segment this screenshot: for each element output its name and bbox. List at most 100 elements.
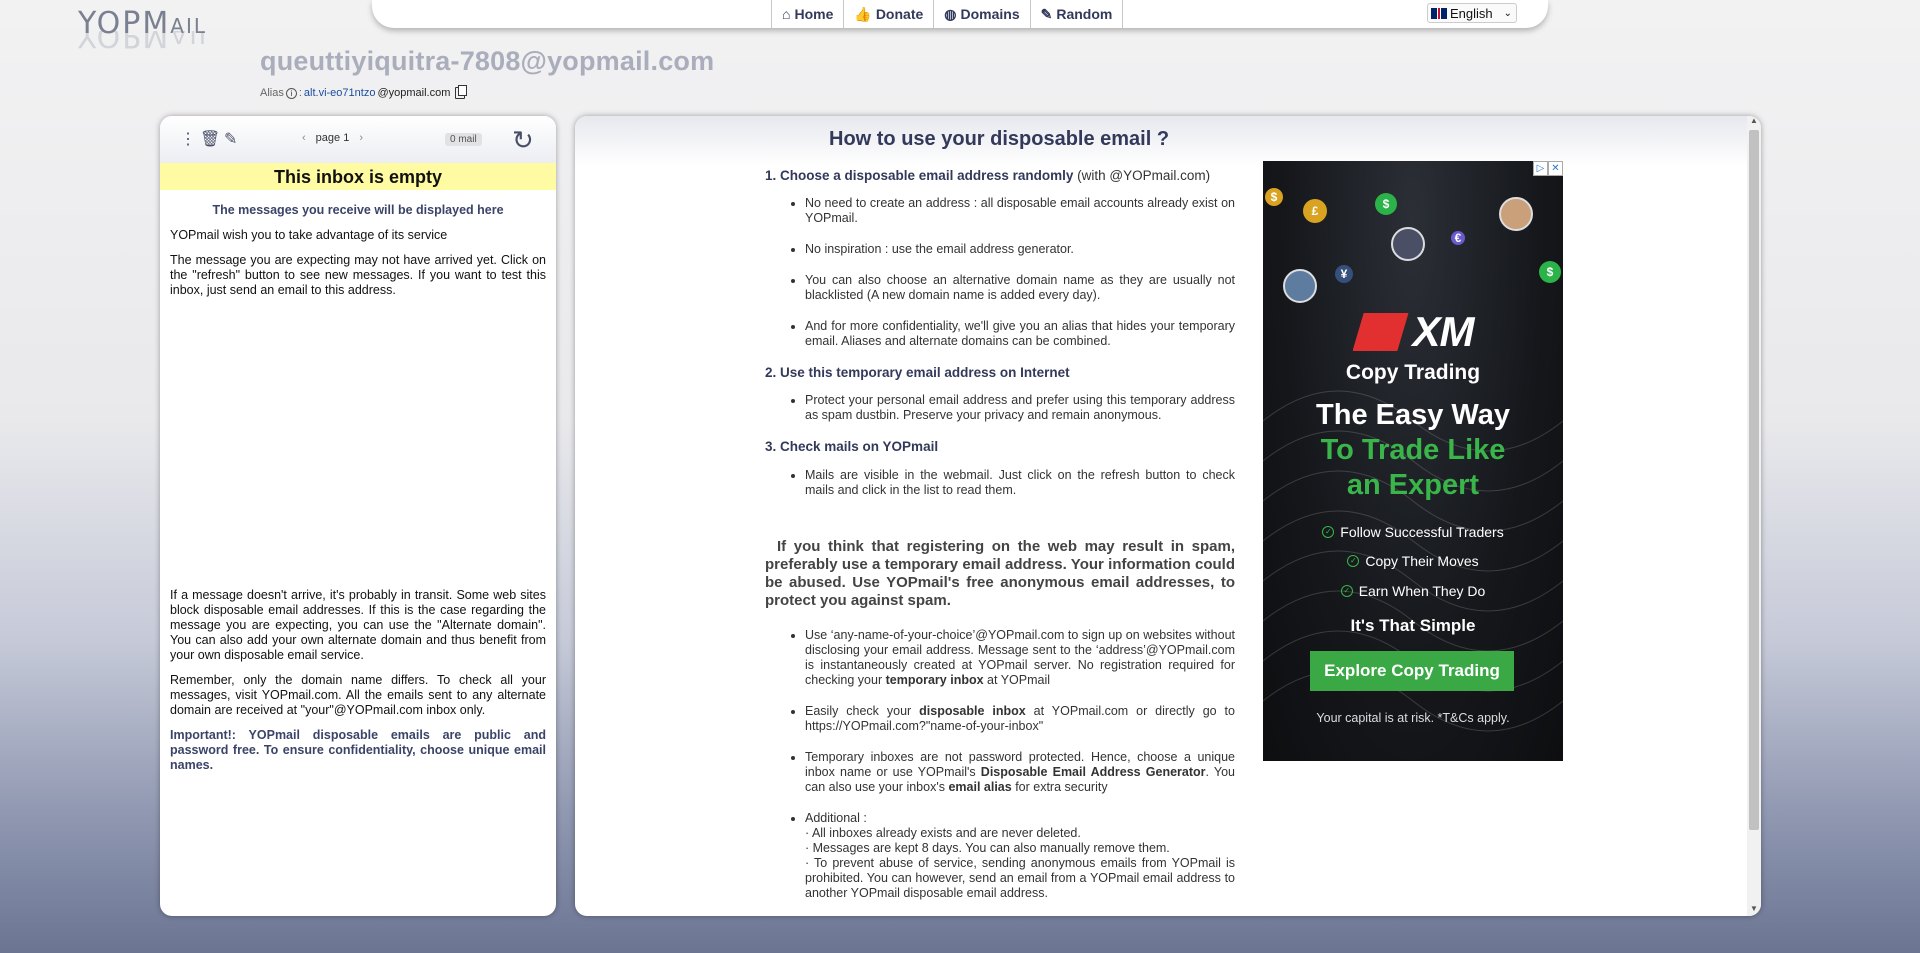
nav-donate-label: Donate: [875, 6, 924, 22]
ad-tagline: It's That Simple: [1350, 616, 1476, 635]
thumbs-up-icon: 👍: [854, 5, 872, 22]
xm-logo-text: XM: [1412, 308, 1475, 355]
ad-headline: The Easy Way To Trade Like an Expert: [1316, 399, 1510, 501]
ad-subtitle: Copy Trading: [1345, 361, 1481, 384]
nav-random-label: Random: [1056, 6, 1113, 22]
chevron-left-icon[interactable]: ‹: [302, 132, 306, 144]
list-item: Use ‘any-name-of-your-choice’@YOPmail.co…: [805, 628, 1235, 688]
alias-domain: @yopmail.com: [377, 87, 451, 99]
alias-separator: :: [298, 87, 302, 99]
nav-domains[interactable]: ◍ Domains: [933, 0, 1029, 28]
more-options-icon[interactable]: ⋮: [180, 129, 196, 149]
section-list: Protect your personal email address and …: [765, 393, 1235, 423]
trader-avatar: [1283, 269, 1317, 303]
nav-donate[interactable]: 👍 Donate: [843, 0, 933, 28]
inbox-empty-banner: This inbox is empty: [160, 162, 556, 190]
xm-logo-mark: [1352, 313, 1409, 351]
section-list: Use ‘any-name-of-your-choice’@YOPmail.co…: [765, 628, 1235, 901]
coin-yen-icon: ¥: [1335, 265, 1353, 283]
ad-check-item: ✓ Follow Successful Traders: [1263, 524, 1563, 540]
trader-avatar: [1499, 197, 1533, 231]
list-item: Mails are visible in the webmail. Just c…: [805, 468, 1235, 498]
section-list: No need to create an address : all dispo…: [765, 196, 1235, 349]
inbox-toolbar: ⋮ 🗑 ✎ ‹ page 1 › 0 mail ↻: [160, 116, 556, 162]
coin-dollar-icon: $: [1539, 261, 1561, 283]
inbox-paragraph: Remember, only the domain name differs. …: [170, 673, 546, 717]
ad-risk-disclaimer: Your capital is at risk. *T&Cs apply.: [1316, 711, 1510, 725]
list-item: Protect your personal email address and …: [805, 393, 1235, 423]
list-item: No inspiration : use the email address g…: [805, 242, 1235, 257]
nav-domains-label: Domains: [960, 6, 1020, 22]
main-content-panel: How to use your disposable email ? 1. Ch…: [575, 116, 1761, 916]
xm-logo: XM: [1341, 308, 1485, 355]
scrollbar-thumb[interactable]: [1749, 130, 1759, 830]
main-nav: ⌂ Home 👍 Donate ◍ Domains ✎ Random: [771, 0, 1124, 28]
coin-dollar-icon: $: [1265, 188, 1283, 206]
language-select[interactable]: English ⌄: [1427, 3, 1517, 23]
list-item: And for more confidentiality, we'll give…: [805, 319, 1235, 349]
home-icon: ⌂: [782, 6, 791, 22]
section-heading: 2. Use this temporary email address on I…: [765, 365, 1070, 381]
list-item: No need to create an address : all dispo…: [805, 196, 1235, 226]
scroll-down-arrow-icon[interactable]: ▼: [1747, 904, 1761, 916]
coin-dollar-icon: $: [1375, 193, 1397, 215]
inbox-subtitle: The messages you receive will be display…: [212, 203, 504, 217]
trader-avatar: [1391, 227, 1425, 261]
language-label: English: [1450, 5, 1493, 21]
top-navigation-bar: ⌂ Home 👍 Donate ◍ Domains ✎ Random Engli…: [372, 0, 1548, 28]
uk-flag-icon: [1431, 7, 1447, 19]
inbox-empty-message: The messages you receive will be display…: [160, 190, 556, 318]
scroll-up-arrow-icon[interactable]: ▲: [1747, 116, 1761, 128]
logo-reflection: YOPMAIL: [78, 31, 215, 53]
magic-wand-icon: ✎: [1040, 5, 1053, 22]
section-heading: 1. Choose a disposable email address ran…: [765, 168, 1211, 183]
compose-pencil-icon[interactable]: ✎: [224, 129, 237, 149]
chevron-down-icon: ⌄: [1503, 7, 1512, 19]
inbox-paragraph: YOPmail wish you to take advantage of it…: [170, 228, 448, 242]
check-icon: ✓: [1322, 526, 1335, 538]
nav-random[interactable]: ✎ Random: [1029, 0, 1124, 28]
trash-icon[interactable]: 🗑: [200, 129, 220, 149]
pagination: ‹ page 1 ›: [302, 132, 363, 144]
inbox-panel: ⋮ 🗑 ✎ ‹ page 1 › 0 mail ↻ This inbox is …: [160, 116, 556, 916]
chevron-right-icon[interactable]: ›: [359, 132, 363, 144]
list-item: Additional :· All inboxes already exists…: [805, 811, 1235, 901]
list-item: Easily check your disposable inbox at YO…: [805, 704, 1235, 734]
alias-value[interactable]: alt.vi-eo71ntzo: [304, 87, 376, 99]
inbox-help-text: If a message doesn't arrive, it's probab…: [160, 588, 556, 783]
coin-euro-icon: €: [1451, 231, 1465, 245]
explore-copy-trading-button[interactable]: Explore Copy Trading: [1310, 651, 1514, 691]
nav-home-label: Home: [794, 6, 834, 22]
nav-home[interactable]: ⌂ Home: [771, 0, 843, 28]
globe-icon: ◍: [944, 5, 957, 22]
howto-content: 1. Choose a disposable email address ran…: [765, 168, 1235, 916]
important-notice: Important!: YOPmail disposable emails ar…: [170, 728, 546, 772]
alias-label: Alias: [260, 87, 284, 99]
alias-line: Alias i : alt.vi-eo71ntzo @yopmail.com: [260, 85, 468, 99]
ad-check-item: ✓ Copy Their Moves: [1263, 553, 1563, 569]
inbox-paragraph: If a message doesn't arrive, it's probab…: [170, 588, 546, 662]
list-item: Temporary inboxes are not password prote…: [805, 750, 1235, 795]
page-title: How to use your disposable email ?: [829, 128, 1170, 150]
mail-count-badge: 0 mail: [445, 133, 482, 146]
section-list: Mails are visible in the webmail. Just c…: [765, 468, 1235, 498]
list-item: You can also choose an alternative domai…: [805, 273, 1235, 303]
coin-pound-icon: £: [1303, 199, 1327, 223]
check-icon: ✓: [1340, 585, 1353, 597]
info-icon[interactable]: i: [285, 87, 297, 99]
ad-check-item: ✓ Earn When They Do: [1263, 583, 1563, 599]
section-heading: 3. Check mails on YOPmail: [765, 439, 939, 455]
check-icon: ✓: [1347, 555, 1360, 567]
refresh-icon[interactable]: ↻: [512, 125, 534, 156]
ad-info-icon[interactable]: ▷: [1533, 161, 1548, 176]
inbox-paragraph: The message you are expecting may not ha…: [170, 253, 546, 297]
spam-warning-paragraph: If you think that registering on the web…: [765, 537, 1235, 609]
xm-advertisement[interactable]: ▷ ✕ $ £ $ ¥ $ € XM Copy Trading The Easy…: [1263, 161, 1563, 761]
yopmail-logo[interactable]: YOPMAIL YOPMAIL: [78, 6, 258, 66]
main-scrollbar[interactable]: ▲ ▼: [1747, 116, 1761, 916]
copy-icon[interactable]: [455, 85, 468, 99]
ad-choices[interactable]: ▷ ✕: [1533, 161, 1563, 176]
close-icon[interactable]: ✕: [1548, 161, 1563, 176]
page-label: page 1: [315, 132, 350, 144]
current-email-address: queuttiyiquitra-7808@yopmail.com: [260, 46, 715, 76]
